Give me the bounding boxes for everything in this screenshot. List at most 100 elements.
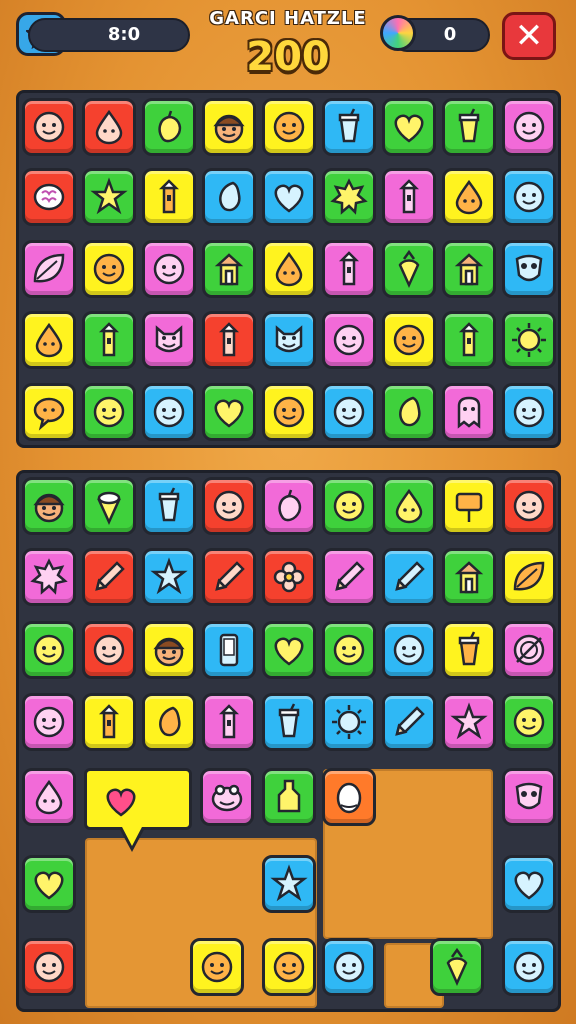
callout-tile[interactable] — [84, 768, 192, 830]
tile[interactable] — [22, 621, 76, 679]
tile[interactable] — [202, 477, 256, 535]
tile[interactable] — [382, 311, 436, 369]
tile[interactable] — [82, 548, 136, 606]
tile[interactable] — [442, 383, 496, 441]
tile[interactable] — [322, 383, 376, 441]
avatar-icon[interactable] — [380, 15, 416, 51]
tile[interactable] — [442, 693, 496, 751]
tile[interactable] — [22, 383, 76, 441]
tile[interactable] — [202, 168, 256, 226]
tile[interactable] — [502, 548, 556, 606]
tile[interactable] — [442, 168, 496, 226]
tile[interactable] — [190, 938, 244, 996]
tile[interactable] — [202, 383, 256, 441]
tile[interactable] — [142, 383, 196, 441]
tile[interactable] — [202, 693, 256, 751]
tile[interactable] — [202, 311, 256, 369]
tile[interactable] — [22, 693, 76, 751]
tile[interactable] — [262, 383, 316, 441]
tile[interactable] — [502, 938, 556, 996]
tile[interactable] — [142, 240, 196, 298]
tile[interactable] — [202, 548, 256, 606]
tile[interactable] — [382, 98, 436, 156]
tile[interactable] — [82, 311, 136, 369]
tile[interactable] — [200, 768, 254, 826]
tile[interactable] — [322, 311, 376, 369]
tile[interactable] — [142, 621, 196, 679]
tile[interactable] — [442, 548, 496, 606]
tile[interactable] — [502, 855, 556, 913]
tile[interactable] — [142, 477, 196, 535]
tile[interactable] — [442, 477, 496, 535]
tile[interactable] — [322, 98, 376, 156]
tile[interactable] — [382, 240, 436, 298]
tile[interactable] — [442, 240, 496, 298]
tile[interactable] — [382, 168, 436, 226]
tile[interactable] — [322, 548, 376, 606]
tile[interactable] — [322, 768, 376, 826]
tile[interactable] — [142, 168, 196, 226]
tile[interactable] — [262, 621, 316, 679]
tile[interactable] — [22, 548, 76, 606]
tile[interactable] — [82, 168, 136, 226]
tile[interactable] — [382, 693, 436, 751]
tile[interactable] — [322, 693, 376, 751]
tile[interactable] — [382, 621, 436, 679]
tile[interactable] — [202, 621, 256, 679]
tile[interactable] — [202, 98, 256, 156]
tile[interactable] — [262, 240, 316, 298]
tile[interactable] — [22, 855, 76, 913]
tile[interactable] — [22, 98, 76, 156]
tile[interactable] — [502, 693, 556, 751]
tile[interactable] — [82, 621, 136, 679]
tile[interactable] — [502, 383, 556, 441]
tile[interactable] — [502, 621, 556, 679]
tile[interactable] — [262, 311, 316, 369]
tile[interactable] — [502, 240, 556, 298]
close-button[interactable]: ✕ — [502, 12, 556, 60]
tile[interactable] — [502, 168, 556, 226]
tile[interactable] — [322, 168, 376, 226]
tile[interactable] — [22, 938, 76, 996]
tile[interactable] — [262, 768, 316, 826]
hud-bar: 8:0 GARCI HATZLE 200 0 ✕ — [0, 0, 576, 90]
tile[interactable] — [22, 477, 76, 535]
tile[interactable] — [22, 768, 76, 826]
tile[interactable] — [382, 548, 436, 606]
tile[interactable] — [142, 98, 196, 156]
tile[interactable] — [262, 98, 316, 156]
tile[interactable] — [262, 168, 316, 226]
tile[interactable] — [262, 855, 316, 913]
tile[interactable] — [382, 383, 436, 441]
tile[interactable] — [142, 311, 196, 369]
tile[interactable] — [142, 548, 196, 606]
tile[interactable] — [22, 311, 76, 369]
tile[interactable] — [322, 938, 376, 996]
tile[interactable] — [262, 693, 316, 751]
tile[interactable] — [82, 383, 136, 441]
tile[interactable] — [262, 548, 316, 606]
tile[interactable] — [442, 98, 496, 156]
tile[interactable] — [382, 477, 436, 535]
tile[interactable] — [502, 477, 556, 535]
tile[interactable] — [502, 98, 556, 156]
tile[interactable] — [82, 477, 136, 535]
tile[interactable] — [502, 311, 556, 369]
tile[interactable] — [430, 938, 484, 996]
tile[interactable] — [442, 621, 496, 679]
tile[interactable] — [82, 98, 136, 156]
tile[interactable] — [82, 693, 136, 751]
tile[interactable] — [322, 621, 376, 679]
tile[interactable] — [22, 240, 76, 298]
tile[interactable] — [502, 768, 556, 826]
tile[interactable] — [202, 240, 256, 298]
tile[interactable] — [322, 240, 376, 298]
tile[interactable] — [142, 693, 196, 751]
heart-icon — [394, 114, 424, 143]
tile[interactable] — [22, 168, 76, 226]
tile[interactable] — [442, 311, 496, 369]
tile[interactable] — [262, 938, 316, 996]
tile[interactable] — [262, 477, 316, 535]
tile[interactable] — [322, 477, 376, 535]
tile[interactable] — [82, 240, 136, 298]
